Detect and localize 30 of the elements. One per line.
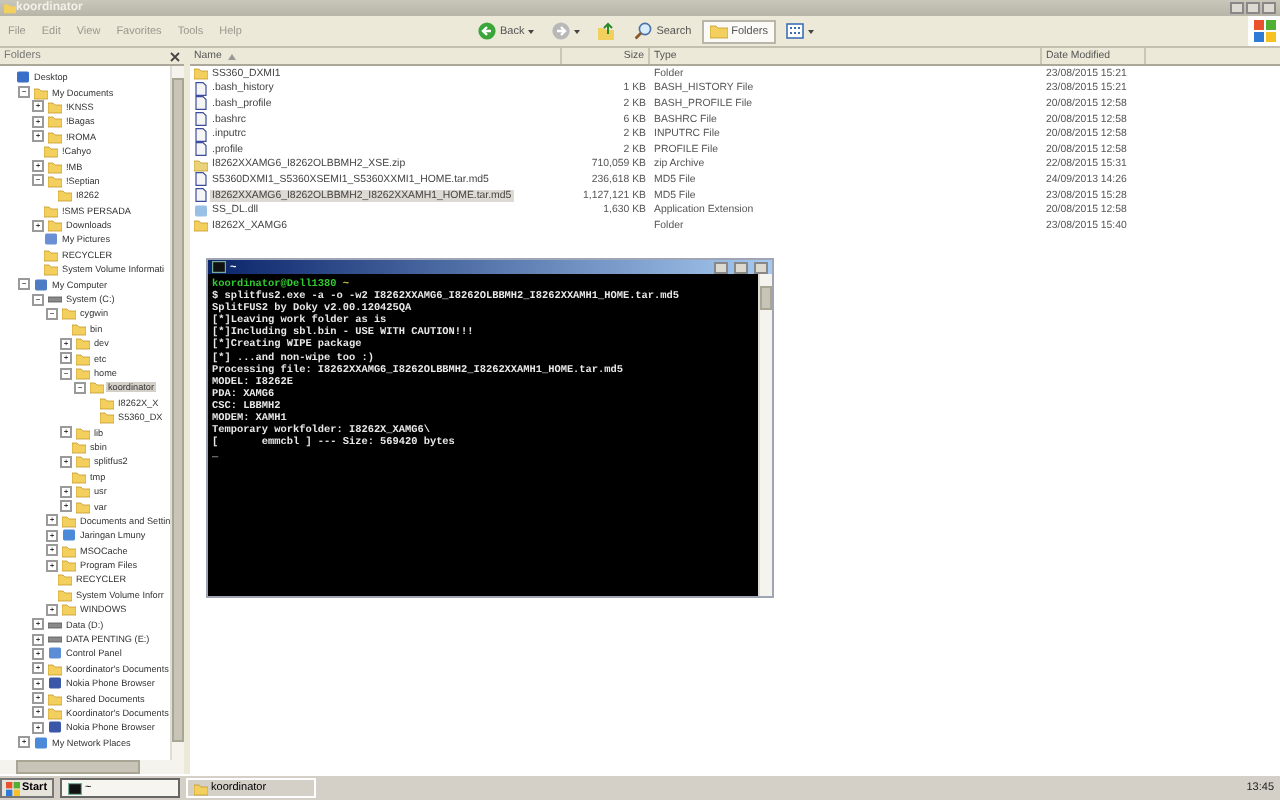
search-icon (634, 22, 653, 40)
caret-icon (528, 29, 535, 33)
close-button[interactable] (754, 261, 768, 273)
close-button[interactable] (1262, 2, 1276, 14)
maximize-button[interactable] (734, 261, 748, 273)
console-icon (67, 781, 82, 795)
caret-icon (574, 29, 581, 33)
maximize-button[interactable] (1246, 2, 1260, 14)
folder-up-icon (598, 22, 617, 40)
scrollbar[interactable] (0, 760, 184, 774)
folder-icon (709, 22, 728, 40)
back-arrow-icon (477, 22, 496, 40)
zip-icon (194, 157, 208, 172)
drive-icon (48, 292, 62, 307)
scrollbar[interactable] (170, 66, 184, 760)
close-icon[interactable] (170, 51, 180, 61)
caret-icon (807, 29, 814, 33)
scrollbar[interactable] (758, 274, 772, 596)
folder-icon (4, 2, 16, 14)
folder-icon (194, 66, 208, 81)
view-grid-icon (785, 22, 804, 40)
minimize-button[interactable] (1230, 2, 1244, 14)
minimize-button[interactable] (714, 261, 728, 273)
folder-icon (193, 781, 208, 795)
folder-icon (194, 218, 208, 233)
windows-logo-icon (1253, 20, 1275, 42)
windows-logo-icon (6, 781, 20, 795)
sort-arrow-icon (227, 53, 236, 59)
forward-arrow-icon (552, 22, 571, 40)
console-icon (212, 260, 226, 274)
